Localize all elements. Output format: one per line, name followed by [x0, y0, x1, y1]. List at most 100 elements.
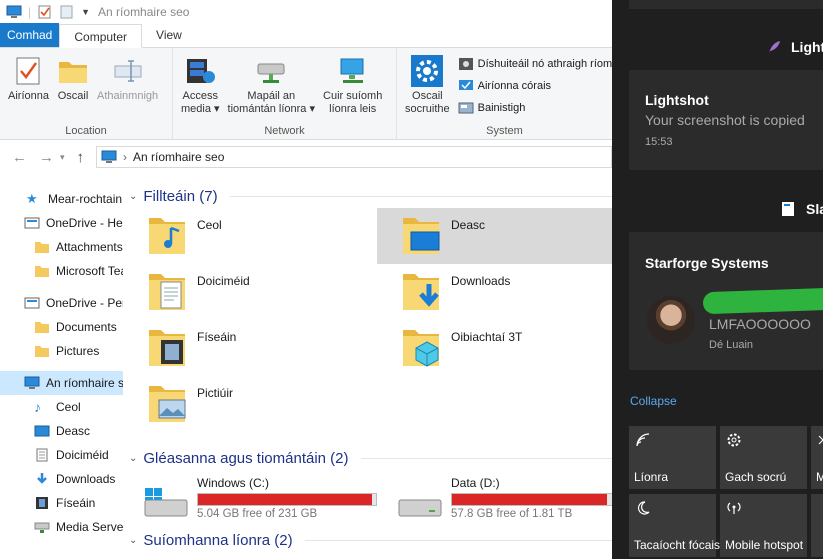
- drive-free-space: 5.04 GB free of 231 GB: [197, 508, 318, 520]
- document-folder-icon: [149, 274, 185, 310]
- navigation-pane: ★ Mear-rochtain OneDrive - Heartbeat Att…: [0, 187, 123, 559]
- nav-item-documents-lib[interactable]: Doiciméid: [0, 443, 123, 467]
- folder-item-downloads[interactable]: Downloads: [377, 264, 612, 320]
- nav-item-quick-access[interactable]: ★ Mear-rochtain: [0, 187, 123, 211]
- folders-grid: Ceol Deasc Doiciméid Downloads Físeáin O…: [123, 208, 612, 432]
- desktop-folder-icon: [403, 218, 440, 254]
- nav-item-onedrive-heartbeat[interactable]: OneDrive - Heartbeat: [0, 211, 123, 235]
- computer-icon: [6, 5, 22, 18]
- picture-folder-icon: [149, 386, 186, 422]
- drive-label: Data (D:): [451, 476, 500, 490]
- tab-computer[interactable]: Computer: [59, 24, 143, 48]
- collapse-link[interactable]: Collapse: [630, 394, 677, 408]
- nav-item-attachments[interactable]: Attachments: [0, 235, 123, 259]
- customize-quick-access-icon[interactable]: ▼: [81, 7, 90, 17]
- tab-view[interactable]: View: [142, 23, 196, 47]
- quick-action-focus-assist[interactable]: Tacaíocht fócais: [629, 494, 720, 557]
- onedrive-icon: [24, 297, 40, 309]
- tab-file[interactable]: Comhad: [0, 23, 60, 47]
- nav-item-onedrive-personal[interactable]: OneDrive - Personal: [0, 291, 123, 315]
- content-pane: ⌄ Fillteáin (7) Ceol Deasc Doiciméid Dow…: [123, 184, 612, 559]
- quick-action-partial-2[interactable]: [811, 494, 823, 557]
- app-document-icon: [782, 202, 794, 216]
- quick-action-partial[interactable]: M: [811, 426, 823, 489]
- nav-item-desktop[interactable]: Deasc: [0, 419, 123, 443]
- manage-button[interactable]: Bainistigh: [458, 98, 612, 117]
- nav-item-media-server[interactable]: Media Server: [0, 515, 123, 539]
- system-properties-icon: [458, 79, 473, 90]
- app-group-header-lightshot[interactable]: Light: [767, 39, 823, 55]
- drive-item-d[interactable]: Data (D:) 57.8 GB free of 1.81 TB: [377, 470, 612, 532]
- back-arrow-icon[interactable]: ←: [12, 149, 27, 166]
- video-icon: [36, 497, 48, 509]
- collapse-chevron-icon[interactable]: ⌄: [129, 453, 137, 464]
- file-explorer-window: | ▼ An ríomhaire seo Comhad Computer Vie…: [0, 0, 612, 559]
- quick-action-all-settings[interactable]: Gach socrú: [720, 426, 807, 489]
- ribbon-group-label: System: [486, 125, 523, 137]
- title-bar: | ▼ An ríomhaire seo: [0, 0, 612, 24]
- computer-icon: [24, 376, 40, 389]
- up-arrow-icon[interactable]: ↑: [77, 149, 85, 166]
- download-folder-icon: [403, 274, 439, 310]
- recent-locations-chevron-icon[interactable]: ▾: [60, 152, 65, 163]
- system-properties-button[interactable]: Airíonna córais: [458, 76, 612, 95]
- folder-item-pictures[interactable]: Pictiúir: [123, 376, 377, 432]
- nav-item-music[interactable]: ♪ Ceol: [0, 395, 123, 419]
- notification-message: LMFAOOOOOO: [709, 316, 811, 332]
- nav-item-this-pc[interactable]: An ríomhaire seo: [0, 371, 123, 395]
- forward-arrow-icon[interactable]: →: [39, 149, 54, 166]
- folder-item-documents[interactable]: Doiciméid: [123, 264, 377, 320]
- document-icon: [36, 448, 48, 462]
- 3d-objects-folder-icon: [403, 330, 439, 367]
- nav-item-microsoft-teams[interactable]: Microsoft Teams: [0, 259, 123, 283]
- drive-icon: [398, 499, 442, 517]
- folder-item-desktop[interactable]: Deasc: [377, 208, 612, 264]
- ribbon-group-label: Location: [65, 125, 107, 137]
- drives-grid: Windows (C:) 5.04 GB free of 231 GB Data…: [123, 470, 612, 532]
- uninstall-icon: [458, 57, 473, 70]
- notification-lightshot[interactable]: Lightshot Your screenshot is copied 15:5…: [629, 70, 823, 170]
- ribbon-group-label: Network: [264, 125, 305, 137]
- quick-action-mobile-hotspot[interactable]: Mobile hotspot: [720, 494, 807, 557]
- folder-icon: [35, 322, 49, 333]
- action-center-panel: Light Lightshot Your screenshot is copie…: [612, 0, 823, 559]
- music-folder-icon: [149, 218, 185, 254]
- properties-icon: [16, 57, 40, 85]
- properties-quick-icon[interactable]: [37, 5, 53, 19]
- feather-icon: [769, 41, 780, 53]
- media-icon: [187, 59, 216, 83]
- nav-item-pictures[interactable]: Pictures: [0, 339, 123, 363]
- new-folder-quick-icon[interactable]: [59, 5, 75, 19]
- notification-time: Dé Luain: [709, 339, 754, 351]
- ribbon-group-location: Airíonna Oscail Athainmnigh Location: [0, 48, 173, 140]
- nav-item-documents[interactable]: Documents: [0, 315, 123, 339]
- collapse-chevron-icon[interactable]: ⌄: [129, 191, 137, 202]
- notification-body: Your screenshot is copied: [645, 112, 805, 128]
- notification-starforge[interactable]: Starforge Systems LMFAOOOOOO Dé Luain: [629, 232, 823, 370]
- manage-icon: [458, 102, 474, 113]
- star-icon: ★: [26, 191, 38, 206]
- avatar: [647, 296, 695, 344]
- section-header-folders[interactable]: ⌄ Fillteáin (7): [123, 184, 612, 208]
- notification-title: Starforge Systems: [645, 255, 769, 271]
- notification-title: Lightshot: [645, 92, 709, 108]
- settings-gear-icon: [411, 55, 444, 87]
- uninstall-program-button[interactable]: Díshuiteáil nó athraigh ríomhchláir: [458, 54, 612, 73]
- folder-item-videos[interactable]: Físeáin: [123, 320, 377, 376]
- section-header-drives[interactable]: ⌄ Gléasanna agus tiomántáin (2): [123, 446, 612, 470]
- address-bar[interactable]: › An ríomhaire seo: [96, 146, 612, 168]
- ribbon-group-system: Oscail socruithe Díshuiteáil nó athraigh…: [397, 48, 612, 140]
- drive-item-c[interactable]: Windows (C:) 5.04 GB free of 231 GB: [123, 470, 377, 532]
- address-chevron-icon[interactable]: ›: [123, 150, 127, 164]
- nav-item-videos[interactable]: Físeáin: [0, 491, 123, 515]
- quick-action-network[interactable]: Líonra: [629, 426, 716, 489]
- nav-item-downloads[interactable]: Downloads: [0, 467, 123, 491]
- drive-free-space: 57.8 GB free of 1.81 TB: [451, 508, 573, 520]
- folder-item-music[interactable]: Ceol: [123, 208, 377, 264]
- app-group-header-slack[interactable]: Sla: [782, 201, 823, 217]
- network-icon: [636, 433, 650, 447]
- collapse-chevron-icon[interactable]: ⌄: [129, 535, 137, 546]
- notification-time: 15:53: [645, 136, 673, 148]
- folder-item-3d-objects[interactable]: Oibiachtaí 3T: [377, 320, 612, 376]
- separator: |: [28, 5, 32, 19]
